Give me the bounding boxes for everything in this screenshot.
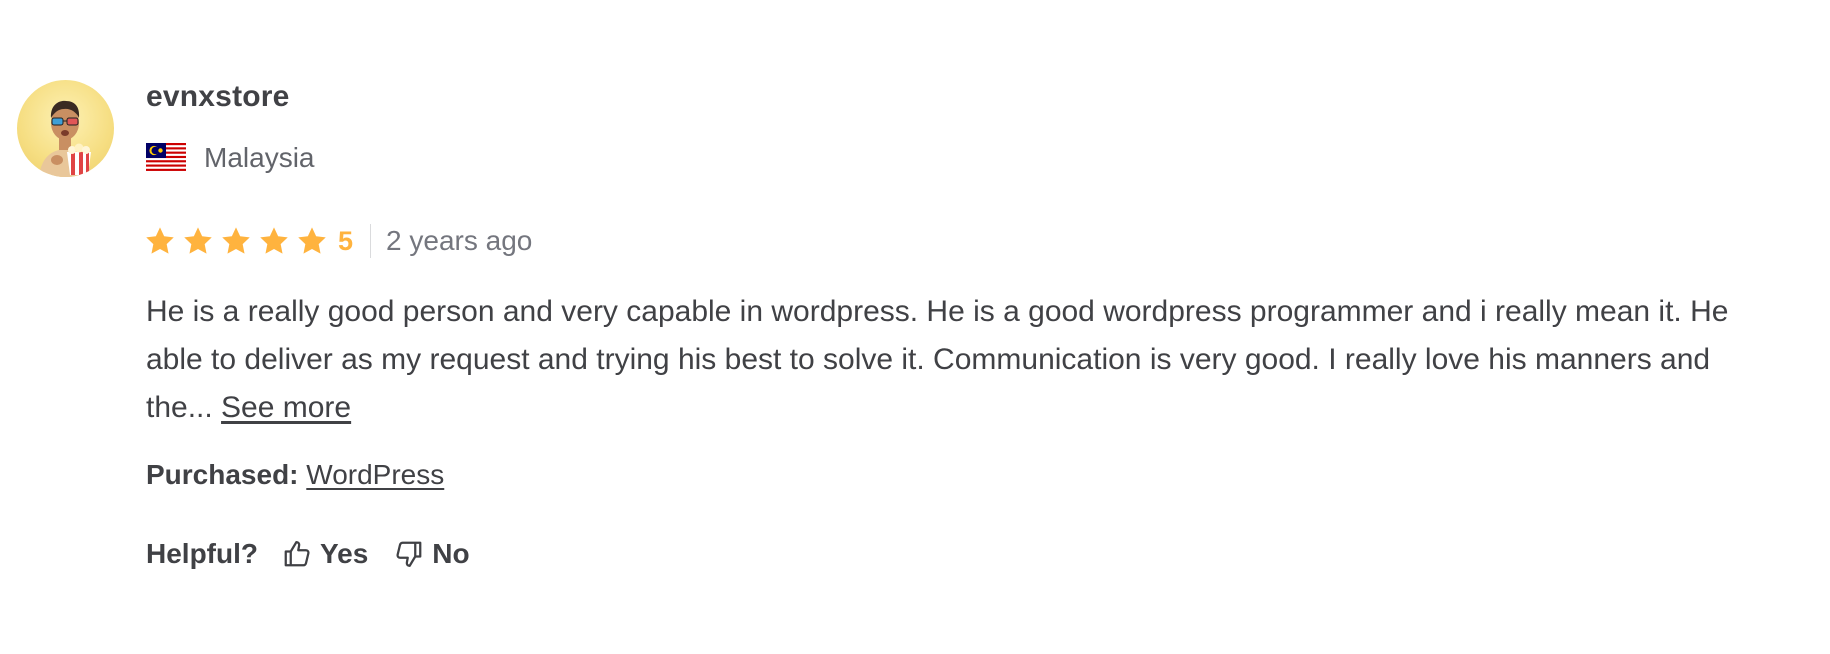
- thumbs-down-icon: [396, 541, 422, 567]
- helpful-yes-button[interactable]: Yes: [282, 538, 368, 570]
- star-icon: [184, 227, 212, 254]
- star-icon: [222, 227, 250, 254]
- review-card: evnxstore Malaysia 5 2 years ago He is a…: [0, 0, 1830, 654]
- purchased-row: Purchased: WordPress: [146, 459, 444, 491]
- helpful-yes-label: Yes: [320, 538, 369, 569]
- star-rating: [144, 225, 334, 257]
- see-more-link[interactable]: See more: [221, 391, 351, 424]
- purchased-label: Purchased:: [146, 459, 299, 490]
- rating-divider: [370, 224, 372, 258]
- helpful-row: Helpful? Yes No: [146, 536, 496, 572]
- star-icon: [298, 227, 326, 254]
- star-icon: [260, 227, 288, 254]
- rating-score: 5: [338, 225, 354, 256]
- helpful-no-button[interactable]: No: [394, 538, 470, 570]
- review-body: He is a really good person and very capa…: [146, 295, 1729, 424]
- avatar[interactable]: [17, 80, 114, 177]
- star-icon: [146, 227, 174, 254]
- reviewer-username[interactable]: evnxstore: [146, 80, 290, 114]
- malaysia-flag-icon: [146, 143, 186, 173]
- reviewer-country: Malaysia: [204, 142, 315, 173]
- purchased-item-link[interactable]: WordPress: [306, 459, 444, 490]
- helpful-label: Helpful?: [146, 538, 258, 569]
- review-time: 2 years ago: [386, 225, 533, 256]
- user-avatar-icon: [39, 100, 92, 177]
- review-text: He is a really good person and very capa…: [146, 288, 1736, 432]
- rating-row: 5 2 years ago: [144, 221, 532, 261]
- thumbs-up-icon: [284, 541, 310, 567]
- reviewer-country-row: Malaysia: [146, 141, 314, 175]
- helpful-no-label: No: [432, 538, 470, 569]
